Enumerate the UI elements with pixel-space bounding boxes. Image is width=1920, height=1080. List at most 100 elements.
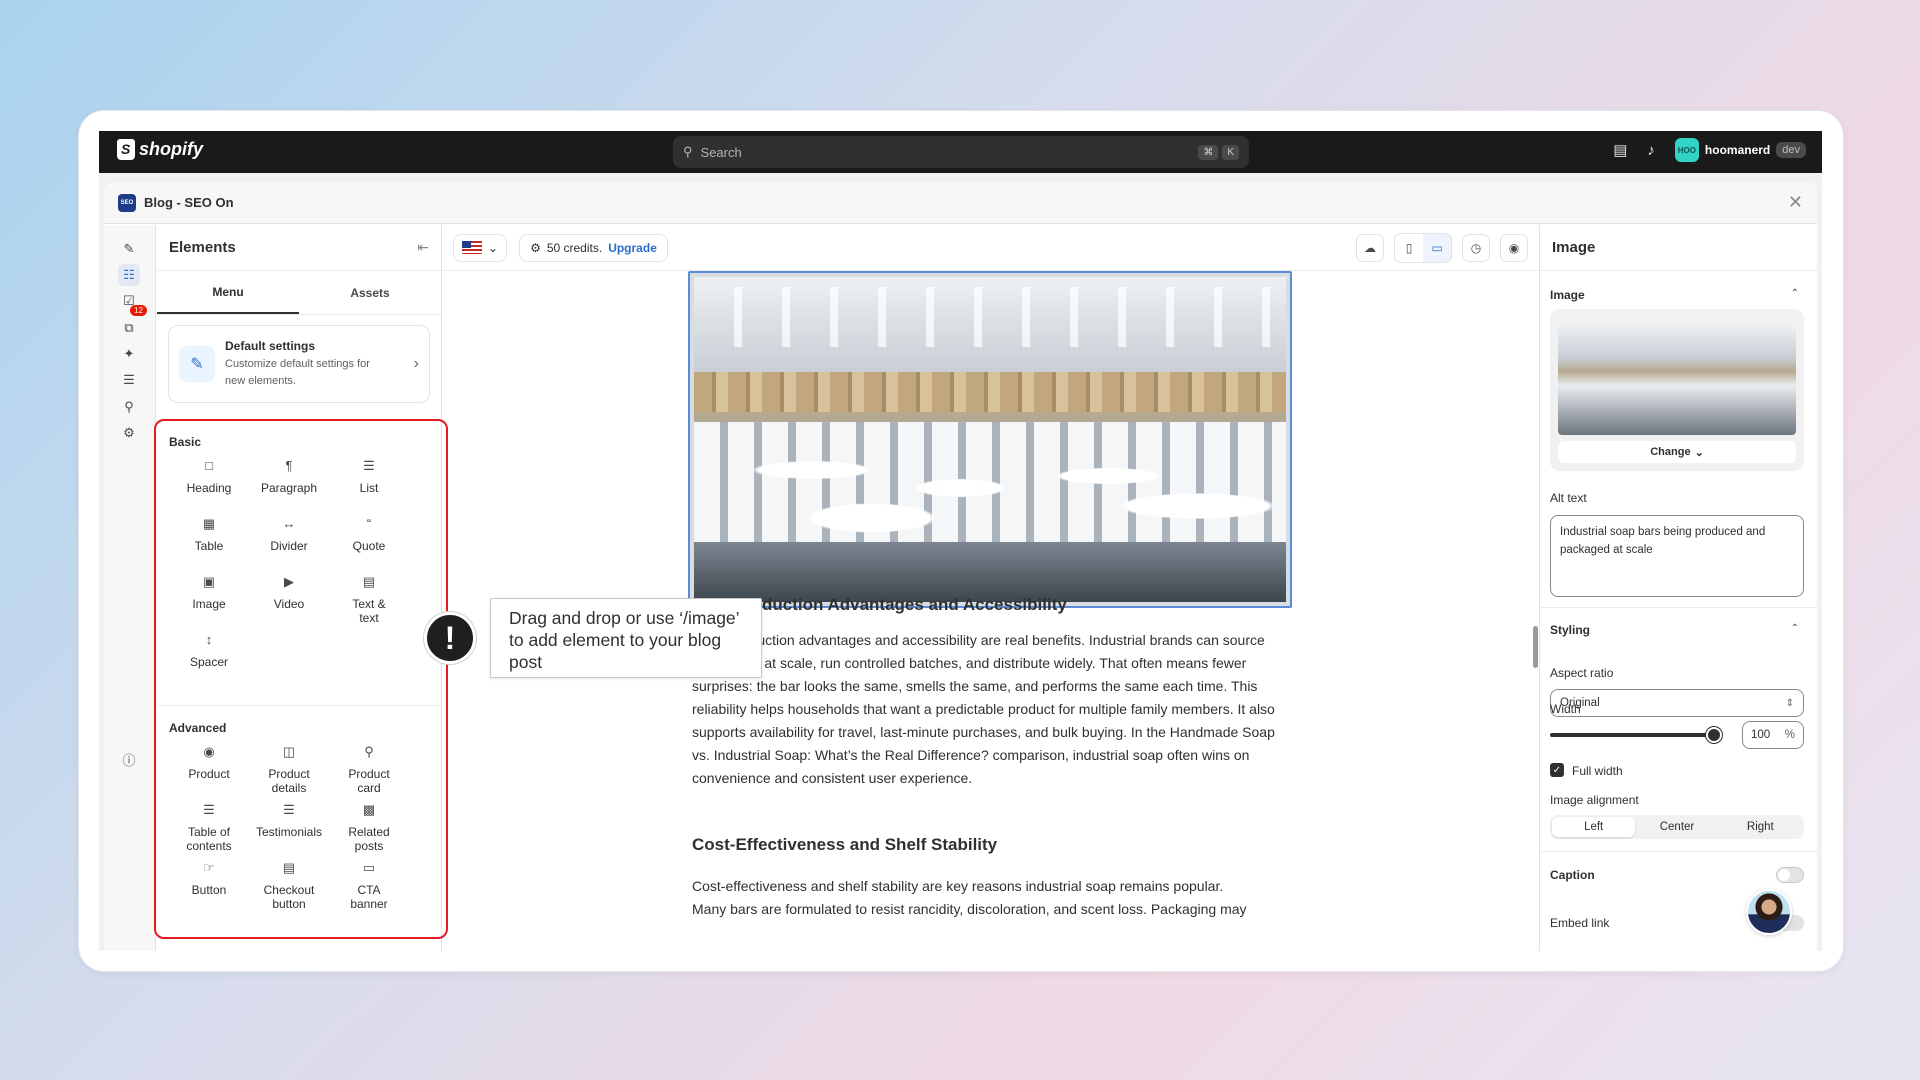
top-bar-actions: ▤ ♪ HOO hoomanerd dev bbox=[1613, 138, 1806, 162]
cloud-sync-icon[interactable]: ☁ bbox=[1356, 233, 1384, 262]
width-label: Width bbox=[1550, 702, 1581, 716]
search-placeholder: Search bbox=[700, 144, 742, 160]
aspect-ratio-label: Aspect ratio bbox=[1550, 666, 1614, 680]
elements-tabs: Menu Assets bbox=[157, 271, 441, 315]
close-icon[interactable]: ✕ bbox=[1788, 192, 1803, 213]
bell-icon[interactable]: ♪ bbox=[1647, 142, 1655, 159]
caption-label: Caption bbox=[1550, 868, 1595, 882]
change-label: Change bbox=[1650, 446, 1691, 458]
canvas-toolbar: ⌄ ⚙ 50 credits. Upgrade ☁ ▯ ▭ ◷ ◉ bbox=[443, 225, 1538, 271]
image-alignment-control: Left Center Right bbox=[1550, 815, 1804, 839]
alt-text-label: Alt text bbox=[1550, 491, 1587, 505]
elements-icon[interactable]: ☷ bbox=[118, 264, 140, 286]
dev-badge: dev bbox=[1776, 142, 1806, 158]
elements-title: Elements bbox=[169, 239, 236, 256]
align-left-option[interactable]: Left bbox=[1552, 817, 1636, 837]
default-settings-title: Default settings bbox=[225, 338, 316, 353]
search-icon: ⚲ bbox=[683, 144, 693, 159]
select-caret-icon: ⇕ bbox=[1785, 697, 1794, 709]
default-settings-text: Default settings Customize default setti… bbox=[225, 339, 385, 390]
full-width-checkbox[interactable]: ✓ bbox=[1550, 763, 1564, 777]
app-title: Blog - SEO On bbox=[144, 195, 234, 210]
chevron-down-icon: ⌄ bbox=[488, 240, 499, 255]
upgrade-link[interactable]: Upgrade bbox=[608, 241, 657, 255]
help-icon[interactable]: ⓘ bbox=[118, 748, 140, 770]
chevron-up-icon[interactable]: ⌃ bbox=[1791, 288, 1799, 299]
image-thumbnail bbox=[1558, 325, 1796, 435]
change-image-button[interactable]: Change ⌄ bbox=[1558, 441, 1796, 463]
notification-badge: 12 bbox=[130, 305, 147, 316]
elements-header: Elements ⇤ bbox=[157, 225, 441, 271]
desktop-view-icon[interactable]: ▭ bbox=[1423, 233, 1451, 262]
user-menu[interactable]: HOO hoomanerd dev bbox=[1674, 138, 1806, 162]
image-settings-header: Image bbox=[1540, 225, 1817, 271]
image-preview-card: Change ⌄ bbox=[1550, 309, 1804, 471]
width-input[interactable]: 100 % bbox=[1742, 721, 1804, 749]
canvas-toolbar-actions: ☁ ▯ ▭ ◷ ◉ bbox=[1356, 232, 1528, 263]
preview-eye-icon[interactable]: ◉ bbox=[1500, 233, 1528, 262]
section-divider bbox=[1540, 607, 1817, 608]
embed-link-label: Embed link bbox=[1550, 916, 1610, 930]
shortcut-key-k: K bbox=[1222, 144, 1239, 160]
edit-icon[interactable]: ✎ bbox=[118, 238, 140, 260]
default-settings-description: Customize default settings for new eleme… bbox=[225, 357, 370, 387]
credits-text: 50 credits. bbox=[546, 240, 603, 255]
app-header: SEO Blog - SEO On ✕ bbox=[104, 182, 1817, 224]
styling-section-title: Styling bbox=[1550, 623, 1591, 637]
article-paragraph-2[interactable]: Cost-effectiveness and shelf stability a… bbox=[692, 875, 1282, 898]
caption-toggle[interactable] bbox=[1776, 867, 1804, 883]
shortcut-key-cmd: ⌘ bbox=[1198, 144, 1219, 160]
history-icon[interactable]: ◷ bbox=[1462, 233, 1490, 262]
article-heading-1[interactable]: duction Advantages and Accessibility bbox=[762, 595, 1067, 615]
shortcut-hint: ⌘ K bbox=[1198, 144, 1239, 160]
width-slider-track[interactable] bbox=[1550, 733, 1722, 737]
shopify-logo[interactable]: shopify bbox=[117, 139, 203, 160]
width-slider-handle[interactable] bbox=[1706, 727, 1722, 743]
width-value: 100 bbox=[1751, 729, 1771, 741]
full-width-label: Full width bbox=[1572, 764, 1623, 778]
user-avatar: HOO bbox=[1674, 138, 1699, 162]
align-center-option[interactable]: Center bbox=[1635, 817, 1718, 837]
layers-icon[interactable]: ⧉ bbox=[118, 317, 140, 339]
mobile-view-icon[interactable]: ▯ bbox=[1395, 234, 1423, 262]
left-rail: ✎ ☷ ☑ 12 ⧉ ✦ ☰ ⚲ ⚙ ⓘ bbox=[104, 225, 156, 951]
alt-text-field[interactable]: Industrial soap bars being produced and … bbox=[1550, 515, 1804, 597]
device-toggle: ▯ ▭ bbox=[1394, 232, 1452, 263]
tab-menu[interactable]: Menu bbox=[157, 271, 299, 314]
article-paragraph-1[interactable]: Mass production advantages and accessibi… bbox=[692, 629, 1282, 790]
tab-assets[interactable]: Assets bbox=[299, 271, 441, 314]
canvas-scrollbar[interactable] bbox=[1533, 626, 1538, 668]
outline-icon[interactable]: ☰ bbox=[118, 369, 140, 391]
seo-search-icon[interactable]: ⚲ bbox=[118, 396, 140, 418]
article-paragraph-2-cut[interactable]: Many bars are formulated to resist ranci… bbox=[692, 898, 1282, 921]
aspect-ratio-select[interactable]: Original ⇕ bbox=[1550, 689, 1804, 717]
align-right-option[interactable]: Right bbox=[1719, 817, 1802, 837]
chevron-right-icon: › bbox=[413, 355, 419, 372]
soap-factory-image bbox=[694, 277, 1286, 602]
credits-icon: ⚙ bbox=[530, 240, 541, 255]
selected-article-image[interactable] bbox=[688, 271, 1292, 608]
article-heading-2[interactable]: Cost-Effectiveness and Shelf Stability bbox=[692, 835, 997, 855]
language-selector[interactable]: ⌄ bbox=[453, 233, 508, 262]
drag-drop-tooltip: Drag and drop or use ‘/image’ to add ele… bbox=[490, 598, 762, 678]
highlight-box bbox=[154, 419, 448, 939]
editor-canvas: ⌄ ⚙ 50 credits. Upgrade ☁ ▯ ▭ ◷ ◉ ductio… bbox=[443, 225, 1538, 951]
collapse-panel-icon[interactable]: ⇤ bbox=[417, 239, 429, 256]
exclamation-icon: ! bbox=[424, 612, 476, 664]
image-settings-panel: Image Image ⌃ Change ⌄ Alt text Industri… bbox=[1539, 225, 1817, 951]
search-bar[interactable]: ⚲ Search ⌘ K bbox=[673, 136, 1249, 168]
factory-lights bbox=[694, 287, 1286, 347]
soap-bars bbox=[694, 422, 1286, 542]
default-settings-card[interactable]: ✎ Default settings Customize default set… bbox=[168, 325, 430, 403]
image-section-title: Image bbox=[1550, 288, 1585, 302]
pencil-icon: ✎ bbox=[179, 346, 215, 382]
section-divider bbox=[1540, 851, 1817, 852]
chevron-up-icon[interactable]: ⌃ bbox=[1791, 623, 1799, 634]
store-icon[interactable]: ▤ bbox=[1613, 141, 1627, 159]
sparkle-icon[interactable]: ✦ bbox=[118, 343, 140, 365]
app-icon: SEO bbox=[118, 193, 136, 212]
credits-indicator: ⚙ 50 credits. Upgrade bbox=[519, 233, 668, 262]
settings-gear-icon[interactable]: ⚙ bbox=[118, 422, 140, 444]
cardboard-boxes bbox=[694, 372, 1286, 412]
username: hoomanerd bbox=[1704, 143, 1771, 157]
